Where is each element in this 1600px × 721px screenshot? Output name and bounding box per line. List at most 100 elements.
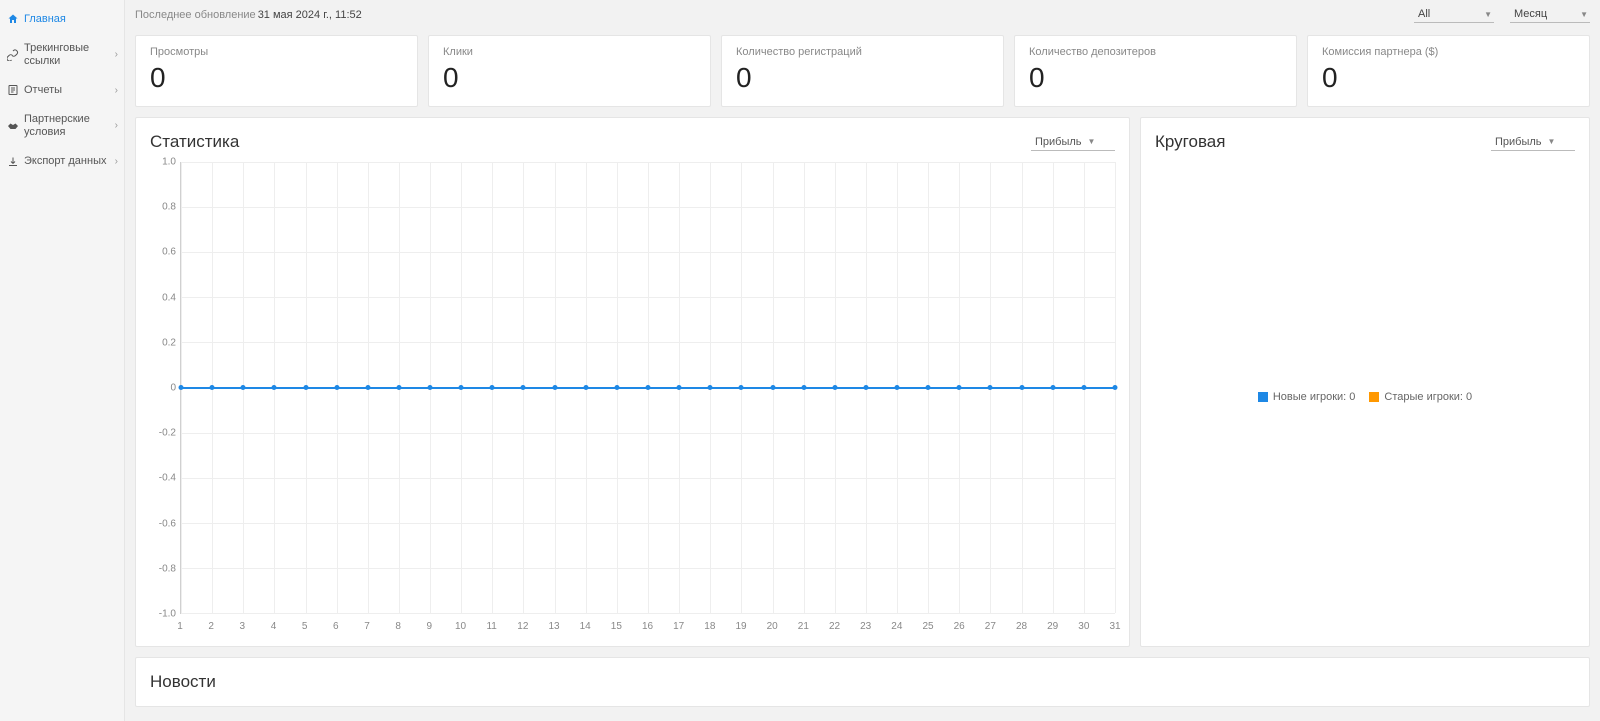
x-tick-label: 15: [611, 621, 622, 632]
data-point: [583, 385, 588, 390]
kpi-depositors: Количество депозитеров 0: [1014, 35, 1297, 107]
legend-item-old: Старые игроки: 0: [1369, 391, 1472, 403]
x-tick-label: 9: [427, 621, 433, 632]
y-tick-label: -1.0: [150, 609, 176, 620]
data-point: [428, 385, 433, 390]
legend-item-new: Новые игроки: 0: [1258, 391, 1356, 403]
chevron-down-icon: ▼: [1088, 137, 1096, 146]
y-tick-label: 0: [150, 383, 176, 394]
last-updated-label: Последнее обновление: [135, 9, 256, 21]
filter-all-value: All: [1418, 8, 1478, 20]
x-tick-label: 19: [735, 621, 746, 632]
kpi-views: Просмотры 0: [135, 35, 418, 107]
chevron-right-icon: ›: [115, 120, 118, 131]
report-icon: [6, 83, 20, 97]
data-point: [303, 385, 308, 390]
sidebar-label: Отчеты: [24, 84, 113, 97]
home-icon: [6, 12, 20, 26]
chevron-right-icon: ›: [115, 85, 118, 96]
kpi-value: 0: [1322, 62, 1575, 94]
y-tick-label: 0.8: [150, 202, 176, 213]
pie-metric-value: Прибыль: [1495, 136, 1542, 148]
stats-panel: Статистика Прибыль ▼ 1.00.80.60.40.20-0.…: [135, 117, 1130, 647]
kpi-title: Клики: [443, 46, 696, 58]
data-point: [614, 385, 619, 390]
chevron-down-icon: ▼: [1580, 10, 1588, 19]
x-tick-label: 25: [922, 621, 933, 632]
data-point: [1081, 385, 1086, 390]
data-point: [365, 385, 370, 390]
stats-chart: 1.00.80.60.40.20-0.2-0.4-0.6-0.8-1.01234…: [150, 162, 1115, 632]
pie-metric-select[interactable]: Прибыль ▼: [1491, 134, 1575, 151]
legend-label: Новые игроки: 0: [1273, 391, 1356, 403]
data-point: [926, 385, 931, 390]
sidebar-item-partner-terms[interactable]: Партнерские условия ›: [0, 105, 124, 146]
x-tick-label: 14: [580, 621, 591, 632]
pie-legend: Новые игроки: 0 Старые игроки: 0: [1258, 391, 1472, 403]
news-title: Новости: [150, 672, 1575, 692]
data-point: [490, 385, 495, 390]
data-point: [863, 385, 868, 390]
kpi-row: Просмотры 0 Клики 0 Количество регистрац…: [135, 35, 1590, 107]
data-point: [739, 385, 744, 390]
x-tick-label: 23: [860, 621, 871, 632]
legend-swatch-orange: [1369, 392, 1379, 402]
filter-period-value: Месяц: [1514, 8, 1574, 20]
download-icon: [6, 155, 20, 169]
y-tick-label: 0.4: [150, 292, 176, 303]
pie-body: Новые игроки: 0 Старые игроки: 0: [1155, 162, 1575, 632]
sidebar-item-tracking-links[interactable]: Трекинговые ссылки ›: [0, 34, 124, 75]
x-tick-label: 24: [891, 621, 902, 632]
kpi-title: Комиссия партнера ($): [1322, 46, 1575, 58]
y-tick-label: -0.6: [150, 518, 176, 529]
x-tick-label: 5: [302, 621, 308, 632]
data-point: [708, 385, 713, 390]
pie-title: Круговая: [1155, 132, 1491, 152]
filter-period-select[interactable]: Месяц ▼: [1510, 6, 1590, 23]
data-point: [552, 385, 557, 390]
stats-metric-value: Прибыль: [1035, 136, 1082, 148]
pie-panel: Круговая Прибыль ▼ Новые игроки: 0: [1140, 117, 1590, 647]
stats-metric-select[interactable]: Прибыль ▼: [1031, 134, 1115, 151]
y-tick-label: 0.2: [150, 337, 176, 348]
kpi-value: 0: [1029, 62, 1282, 94]
kpi-value: 0: [443, 62, 696, 94]
x-tick-label: 27: [985, 621, 996, 632]
main-area: Последнее обновление 31 мая 2024 г., 11:…: [125, 0, 1600, 721]
news-panel: Новости: [135, 657, 1590, 707]
data-point: [895, 385, 900, 390]
chevron-right-icon: ›: [115, 156, 118, 167]
x-tick-label: 21: [798, 621, 809, 632]
legend-swatch-blue: [1258, 392, 1268, 402]
x-tick-label: 16: [642, 621, 653, 632]
sidebar-label: Трекинговые ссылки: [24, 42, 113, 67]
sidebar-item-export-data[interactable]: Экспорт данных ›: [0, 147, 124, 177]
chevron-down-icon: ▼: [1484, 10, 1492, 19]
chevron-down-icon: ▼: [1548, 137, 1556, 146]
stats-title: Статистика: [150, 132, 1031, 152]
x-tick-label: 3: [240, 621, 246, 632]
y-tick-label: 1.0: [150, 157, 176, 168]
kpi-commission: Комиссия партнера ($) 0: [1307, 35, 1590, 107]
data-point: [646, 385, 651, 390]
kpi-value: 0: [150, 62, 403, 94]
kpi-title: Просмотры: [150, 46, 403, 58]
data-point: [396, 385, 401, 390]
x-tick-label: 13: [548, 621, 559, 632]
x-tick-label: 31: [1109, 621, 1120, 632]
x-tick-label: 20: [767, 621, 778, 632]
filter-all-select[interactable]: All ▼: [1414, 6, 1494, 23]
y-tick-label: -0.2: [150, 428, 176, 439]
data-point: [1019, 385, 1024, 390]
sidebar-item-home[interactable]: Главная: [0, 4, 124, 34]
chevron-right-icon: ›: [115, 49, 118, 60]
sidebar-label: Экспорт данных: [24, 155, 113, 168]
kpi-registrations: Количество регистраций 0: [721, 35, 1004, 107]
data-point: [677, 385, 682, 390]
series-line: [181, 387, 1115, 389]
x-tick-label: 28: [1016, 621, 1027, 632]
sidebar-item-reports[interactable]: Отчеты ›: [0, 75, 124, 105]
x-tick-label: 10: [455, 621, 466, 632]
y-tick-label: -0.4: [150, 473, 176, 484]
x-tick-label: 7: [364, 621, 370, 632]
